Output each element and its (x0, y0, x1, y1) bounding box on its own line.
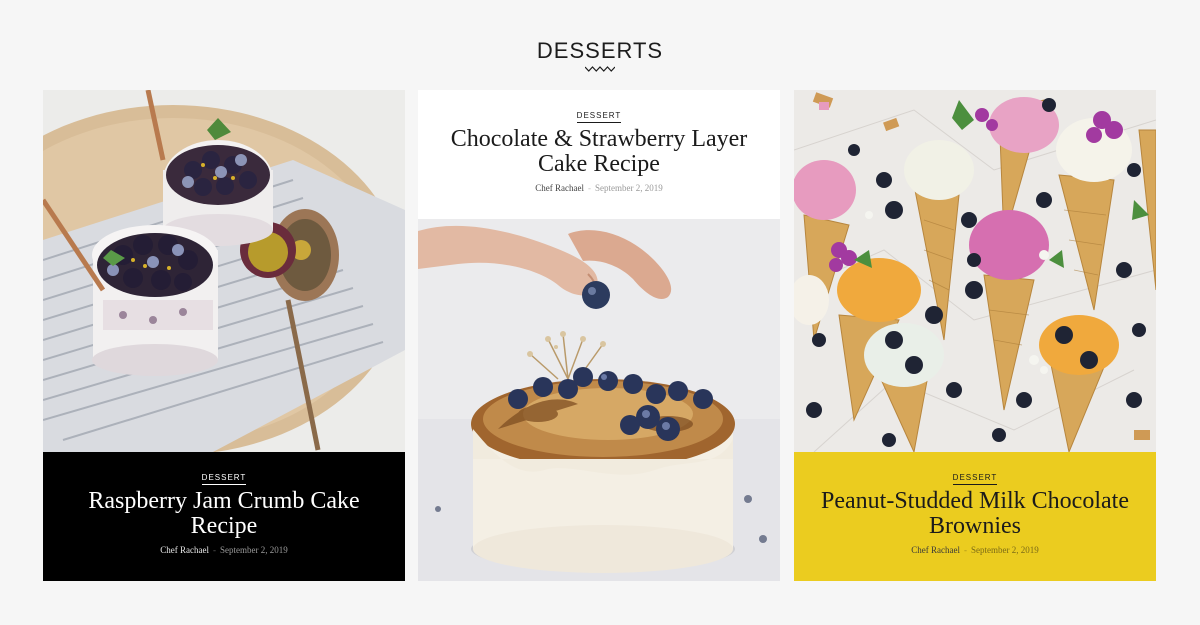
post-card-peanut-brownies[interactable]: DESSERT Peanut-Studded Milk Chocolate Br… (794, 90, 1156, 581)
author-link[interactable]: Chef Rachael (535, 183, 584, 193)
author-link[interactable]: Chef Rachael (911, 545, 960, 555)
post-title-link[interactable]: Raspberry Jam Crumb Cake Recipe (59, 489, 389, 539)
post-meta: Chef Rachael - September 2, 2019 (794, 545, 1156, 555)
meta-separator: - (212, 545, 216, 555)
post-date: September 2, 2019 (219, 545, 288, 555)
post-date: September 2, 2019 (594, 183, 663, 193)
category-link[interactable]: DESSERT (952, 473, 998, 485)
post-caption: DESSERT Peanut-Studded Milk Chocolate Br… (794, 452, 1156, 581)
author-link[interactable]: Chef Rachael (160, 545, 209, 555)
post-date: September 2, 2019 (970, 545, 1039, 555)
post-card-chocolate-strawberry[interactable]: DESSERT Chocolate & Strawberry Layer Cak… (418, 90, 780, 581)
ice-cream-cones-photo-icon (794, 90, 1156, 452)
meta-separator: - (587, 183, 591, 193)
post-meta: Chef Rachael - September 2, 2019 (43, 545, 405, 555)
blueberry-parfait-photo-icon (43, 90, 405, 452)
desserts-section: DESSERTS DESSERT Raspberry Jam Crumb Cak… (0, 0, 1200, 625)
post-caption: DESSERT Raspberry Jam Crumb Cake Recipe … (43, 452, 405, 581)
meta-separator: - (963, 545, 967, 555)
post-title-link[interactable]: Peanut-Studded Milk Chocolate Brownies (810, 489, 1140, 539)
post-meta: Chef Rachael - September 2, 2019 (418, 183, 780, 193)
post-title-link[interactable]: Chocolate & Strawberry Layer Cake Recipe (434, 127, 764, 177)
section-title: DESSERTS (536, 38, 664, 63)
post-caption: DESSERT Chocolate & Strawberry Layer Cak… (418, 90, 780, 219)
blueberry-cake-photo-icon (418, 219, 780, 581)
category-link[interactable]: DESSERT (576, 111, 622, 123)
post-image[interactable] (418, 219, 780, 581)
post-image[interactable] (43, 90, 405, 452)
category-link[interactable]: DESSERT (201, 473, 247, 485)
wave-divider-icon (585, 66, 615, 72)
post-card-raspberry[interactable]: DESSERT Raspberry Jam Crumb Cake Recipe … (43, 90, 405, 581)
post-image[interactable] (794, 90, 1156, 452)
